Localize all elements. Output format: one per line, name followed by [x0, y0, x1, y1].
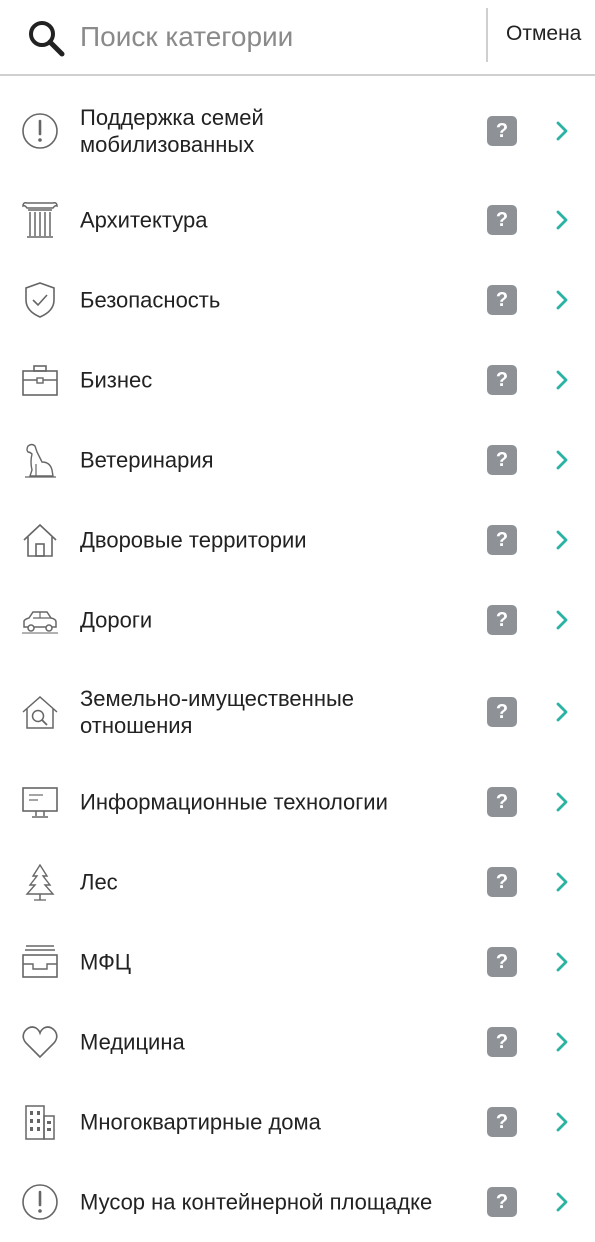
dog-icon — [20, 440, 60, 480]
chevron-right-icon — [556, 1112, 568, 1132]
heart-icon — [20, 1022, 60, 1062]
category-label: Безопасность — [80, 287, 221, 313]
category-item[interactable]: Безопасность? — [0, 260, 595, 340]
category-item[interactable]: Архитектура? — [0, 180, 595, 260]
category-label: Поддержка семей мобилизованных — [80, 105, 264, 157]
shield-check-icon — [20, 280, 60, 320]
category-label: Архитектура — [80, 207, 208, 233]
category-item[interactable]: Ветеринария? — [0, 420, 595, 500]
car-icon — [20, 600, 60, 640]
chevron-right-icon — [556, 290, 568, 310]
category-label: Многоквартирные дома — [80, 1109, 321, 1135]
chevron-right-icon — [556, 792, 568, 812]
help-button[interactable]: ? — [487, 205, 517, 235]
category-item[interactable]: Дворовые территории? — [0, 500, 595, 580]
chevron-right-icon — [556, 952, 568, 972]
house-icon — [20, 520, 60, 560]
inbox-tray-icon — [20, 942, 60, 982]
category-item[interactable]: МФЦ? — [0, 922, 595, 1002]
search-icon[interactable] — [26, 18, 66, 58]
category-item[interactable]: Информационные технологии? — [0, 762, 595, 842]
search-input[interactable] — [80, 16, 475, 58]
column-icon — [20, 200, 60, 240]
chevron-right-icon — [556, 1032, 568, 1052]
header-divider — [486, 8, 488, 62]
briefcase-icon — [20, 360, 60, 400]
tree-icon — [20, 862, 60, 902]
building-icon — [20, 1102, 60, 1142]
chevron-right-icon — [556, 210, 568, 230]
help-button[interactable]: ? — [487, 787, 517, 817]
help-button[interactable]: ? — [487, 285, 517, 315]
category-label: Дворовые территории — [80, 527, 307, 553]
help-button[interactable]: ? — [487, 525, 517, 555]
chevron-right-icon — [556, 1192, 568, 1212]
exclamation-circle-icon — [20, 1182, 60, 1222]
category-item[interactable]: Лес? — [0, 842, 595, 922]
category-label: Мусор на контейнерной площадке — [80, 1189, 433, 1215]
chevron-right-icon — [556, 610, 568, 630]
cancel-button[interactable]: Отмена — [506, 22, 581, 46]
help-button[interactable]: ? — [487, 1027, 517, 1057]
help-button[interactable]: ? — [487, 445, 517, 475]
help-button[interactable]: ? — [487, 697, 517, 727]
category-label: Дороги — [80, 607, 153, 633]
category-label: Земельно-имущественные отношения — [80, 686, 355, 738]
category-label: МФЦ — [80, 949, 132, 975]
monitor-icon — [20, 782, 60, 822]
help-button[interactable]: ? — [487, 605, 517, 635]
category-item[interactable]: Земельно-имущественные отношения? — [0, 660, 595, 764]
help-button[interactable]: ? — [487, 947, 517, 977]
category-item[interactable]: Поддержка семей мобилизованных? — [0, 76, 595, 186]
help-button[interactable]: ? — [487, 867, 517, 897]
category-label: Медицина — [80, 1029, 185, 1055]
chevron-right-icon — [556, 530, 568, 550]
help-button[interactable]: ? — [487, 1107, 517, 1137]
category-item[interactable]: Медицина? — [0, 1002, 595, 1082]
exclamation-circle-icon — [20, 111, 60, 151]
category-item[interactable]: Многоквартирные дома? — [0, 1082, 595, 1162]
chevron-right-icon — [556, 450, 568, 470]
chevron-right-icon — [556, 872, 568, 892]
category-item[interactable]: Бизнес? — [0, 340, 595, 420]
chevron-right-icon — [556, 702, 568, 722]
help-button[interactable]: ? — [487, 365, 517, 395]
category-label: Ветеринария — [80, 447, 214, 473]
category-item[interactable]: Мусор на контейнерной площадке? — [0, 1162, 595, 1242]
help-button[interactable]: ? — [487, 1187, 517, 1217]
chevron-right-icon — [556, 370, 568, 390]
category-label: Информационные технологии — [80, 789, 388, 815]
category-label: Лес — [80, 869, 118, 895]
house-search-icon — [20, 692, 60, 732]
search-header: Отмена — [0, 0, 595, 76]
category-label: Бизнес — [80, 367, 153, 393]
chevron-right-icon — [556, 121, 568, 141]
help-button[interactable]: ? — [487, 116, 517, 146]
category-item[interactable]: Дороги? — [0, 580, 595, 660]
